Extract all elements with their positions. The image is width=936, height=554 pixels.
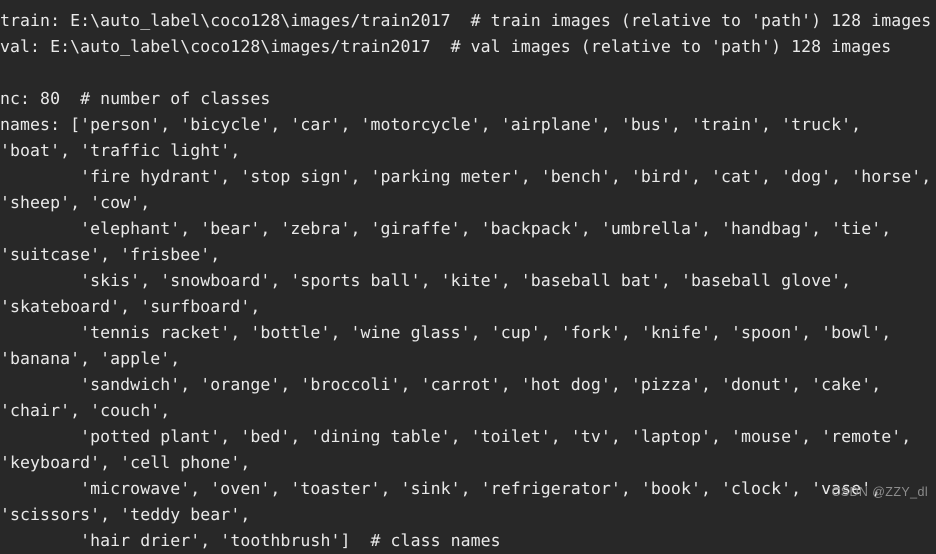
code-line: 'suitcase', 'frisbee', (0, 245, 221, 264)
code-line: 'sheep', 'cow', (0, 193, 151, 212)
code-line: 'keyboard', 'cell phone', (0, 453, 251, 472)
code-line: nc: 80 # number of classes (0, 89, 271, 108)
code-line: val: E:\auto_label\coco128\images/train2… (0, 37, 892, 56)
code-line: 'skateboard', 'surfboard', (0, 297, 261, 316)
code-line: 'elephant', 'bear', 'zebra', 'giraffe', … (0, 219, 892, 238)
code-line: 'potted plant', 'bed', 'dining table', '… (0, 427, 912, 446)
code-line: 'banana', 'apple', (0, 349, 181, 368)
code-line: 'sandwich', 'orange', 'broccoli', 'carro… (0, 375, 882, 394)
code-line: 'scissors', 'teddy bear', (0, 505, 251, 524)
code-line: train: E:\auto_label\coco128\images/trai… (0, 11, 932, 30)
code-line: 'boat', 'traffic light', (0, 141, 241, 160)
csdn-watermark: CSDN @ZZY_dl (831, 485, 928, 499)
code-line-list: train: E:\auto_label\coco128\images/trai… (0, 8, 936, 554)
code-line: 'skis', 'snowboard', 'sports ball', 'kit… (0, 271, 852, 290)
code-line: 'hair drier', 'toothbrush'] # class name… (0, 531, 501, 550)
code-viewer[interactable]: train: E:\auto_label\coco128\images/trai… (0, 0, 936, 550)
code-line: 'microwave', 'oven', 'toaster', 'sink', … (0, 479, 882, 498)
code-line: 'fire hydrant', 'stop sign', 'parking me… (0, 167, 932, 186)
code-line: 'tennis racket', 'bottle', 'wine glass',… (0, 323, 892, 342)
code-line: 'chair', 'couch', (0, 401, 171, 420)
code-line: names: ['person', 'bicycle', 'car', 'mot… (0, 115, 862, 134)
